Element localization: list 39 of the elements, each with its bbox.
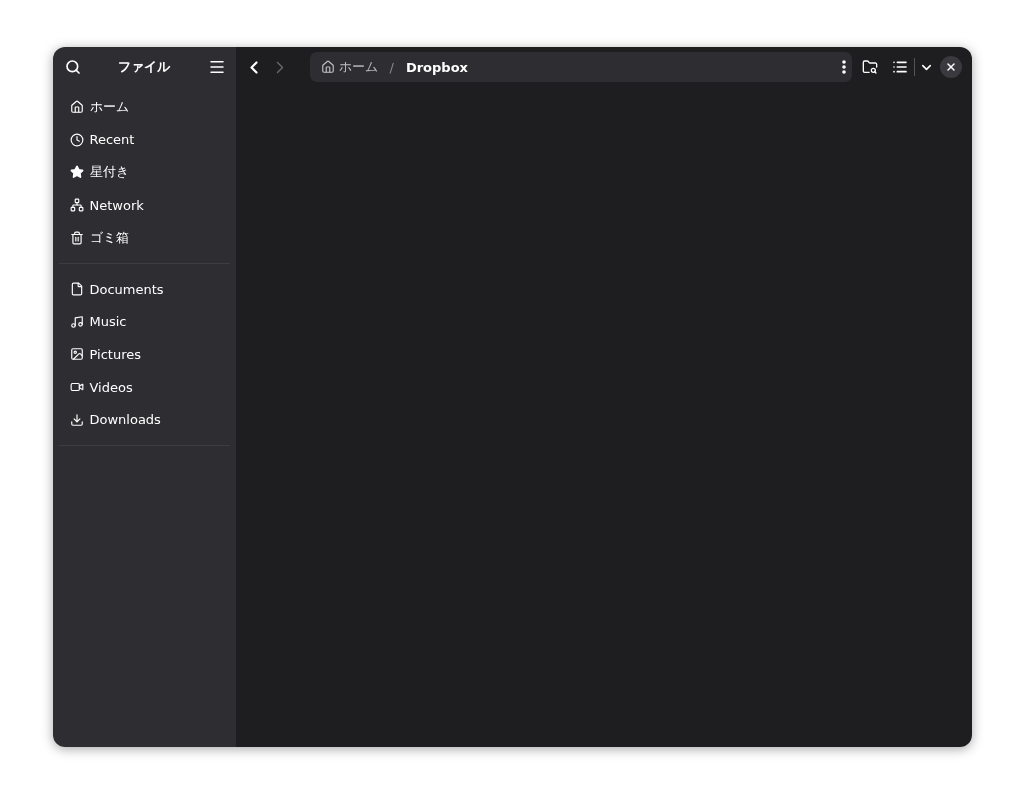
- sidebar-item[interactable]: Recent: [58, 123, 230, 157]
- path-crumb[interactable]: Dropbox: [405, 59, 468, 75]
- chevron-left-icon: [249, 60, 258, 74]
- music-icon: [69, 314, 84, 329]
- document-icon: [69, 282, 84, 297]
- folder-search-button[interactable]: [861, 59, 878, 75]
- close-icon: [944, 61, 957, 73]
- search-button[interactable]: [64, 59, 81, 75]
- close-button[interactable]: [939, 56, 962, 78]
- more-button[interactable]: [841, 60, 846, 74]
- sidebar-item[interactable]: Downloads: [58, 403, 230, 436]
- image-icon: [69, 347, 84, 362]
- sidebar-item[interactable]: Music: [58, 305, 230, 339]
- home-icon: [69, 100, 84, 115]
- sidebar-item[interactable]: Videos: [58, 370, 230, 404]
- path-crumb[interactable]: ホーム: [320, 58, 378, 76]
- path-separator: /: [389, 59, 394, 75]
- menu-icon: [207, 58, 226, 76]
- sidebar-item[interactable]: ホーム: [58, 91, 230, 124]
- sidebar-item[interactable]: ゴミ箱: [58, 221, 230, 254]
- home-icon: [320, 60, 335, 74]
- sidebar-item[interactable]: Pictures: [58, 338, 230, 371]
- chevron-right-icon: [275, 60, 284, 74]
- sidebar-item[interactable]: 星付き: [58, 156, 230, 189]
- sidebar-item[interactable]: Network: [58, 188, 230, 222]
- more-icon: [841, 60, 846, 74]
- trash-icon: [69, 230, 84, 245]
- back-button[interactable]: [249, 60, 258, 74]
- star-icon: [69, 165, 84, 180]
- list-view-button[interactable]: [891, 59, 908, 75]
- sidebar-item[interactable]: Documents: [58, 272, 230, 306]
- folder-search-icon: [861, 59, 878, 75]
- list-icon: [891, 59, 908, 75]
- clock-icon: [69, 132, 84, 147]
- app-title: ファイル: [118, 58, 170, 76]
- network-icon: [69, 198, 84, 213]
- menu-button[interactable]: [207, 58, 226, 76]
- search-icon: [64, 59, 81, 75]
- download-icon: [69, 412, 84, 427]
